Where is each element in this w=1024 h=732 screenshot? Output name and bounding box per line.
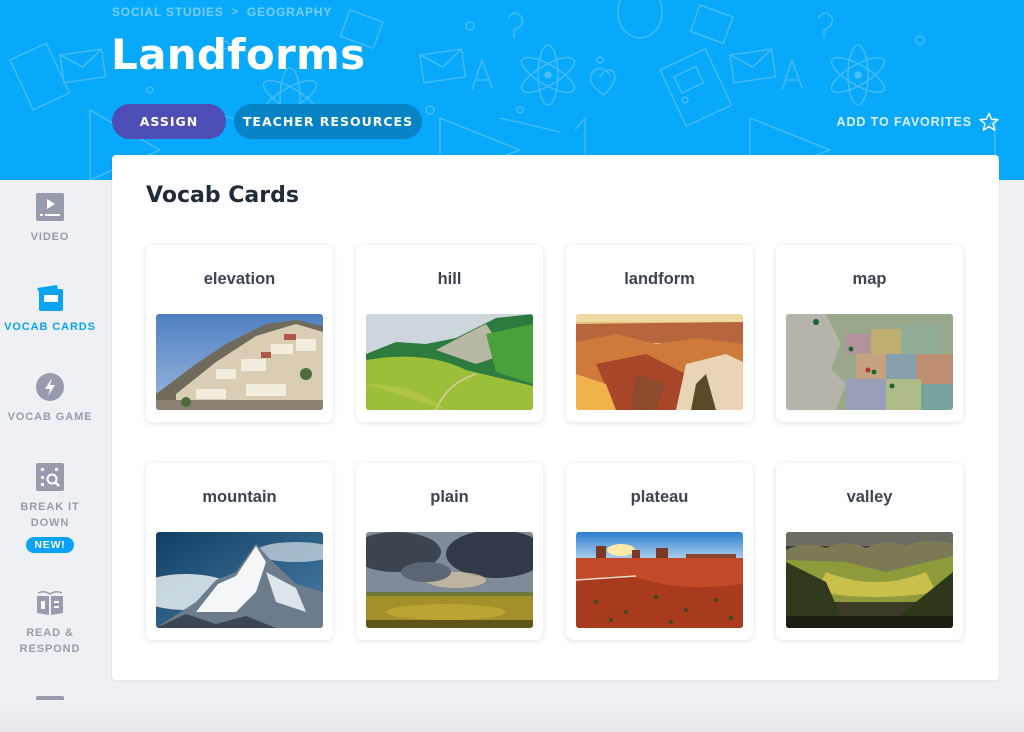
video-icon (36, 193, 64, 221)
doodle-pattern-icon (9, 0, 996, 180)
vocab-word: hill (437, 270, 462, 288)
break-it-down-icon (36, 463, 64, 491)
sidebar-item-read-respond[interactable]: READ & RESPOND (0, 588, 100, 657)
vocab-card-plain[interactable]: plain (356, 463, 543, 640)
green-hill-photo (366, 314, 533, 410)
canyon-photo (576, 314, 743, 410)
sidebar-item-video[interactable]: VIDEO (0, 192, 100, 245)
sidebar-item-label: VOCAB CARDS (4, 321, 96, 333)
sidebar-item-label: BREAK IT DOWN (20, 501, 80, 529)
sidebar-item-label: VOCAB GAME (7, 411, 93, 423)
vocab-word: elevation (203, 270, 276, 288)
sidebar-item-break-it-down[interactable]: BREAK IT DOWN NEW! (0, 462, 100, 553)
header-banner: SOCIAL STUDIES > GEOGRAPHY Landforms ASS… (0, 0, 1024, 180)
breadcrumb-geography[interactable]: GEOGRAPHY (247, 5, 332, 19)
vocab-word: plateau (630, 488, 689, 506)
page-title: Landforms (111, 30, 366, 79)
new-badge: NEW! (26, 537, 74, 553)
page-bottom-edge (0, 700, 1024, 732)
sidebar-item-label: VIDEO (30, 231, 70, 243)
sidebar-item-vocab-cards[interactable]: VOCAB CARDS (0, 282, 100, 335)
assign-button[interactable]: ASSIGN (112, 104, 226, 139)
add-to-favorites-button[interactable]: ADD TO FAVORITES (837, 111, 1000, 133)
mesa-desert-photo (576, 532, 743, 628)
snowy-peak-photo (156, 532, 323, 628)
vocab-card-valley[interactable]: valley (776, 463, 963, 640)
vocab-word: landform (624, 270, 695, 288)
section-title: Vocab Cards (146, 183, 299, 208)
europe-map-photo (786, 314, 953, 410)
vocab-word: mountain (202, 488, 277, 506)
hillside-town-photo (156, 314, 323, 410)
breadcrumb-social-studies[interactable]: SOCIAL STUDIES (112, 5, 224, 19)
vocab-card-elevation[interactable]: elevation (146, 245, 333, 422)
vocab-card-mountain[interactable]: mountain (146, 463, 333, 640)
sidebar-item-vocab-game[interactable]: VOCAB GAME (0, 372, 100, 425)
breadcrumb: SOCIAL STUDIES > GEOGRAPHY (112, 5, 332, 19)
vocab-cards-icon (37, 285, 63, 311)
vocab-word: plain (430, 488, 469, 506)
vocab-cards-panel: Vocab Cards elevation hill landform map … (112, 155, 999, 680)
open-book-icon (37, 590, 63, 615)
vocab-word: valley (846, 488, 893, 506)
sidebar-item-label: READ & RESPOND (19, 627, 81, 655)
sidebar-nav: VIDEO VOCAB CARDS VOCAB GAME BREAK IT DO… (0, 180, 100, 732)
green-valley-photo (786, 532, 953, 628)
teacher-resources-button[interactable]: TEACHER RESOURCES (234, 104, 422, 139)
vocab-word: map (852, 270, 887, 288)
vocab-card-hill[interactable]: hill (356, 245, 543, 422)
grass-plain-photo (366, 532, 533, 628)
star-outline-icon (979, 112, 999, 131)
vocab-card-landform[interactable]: landform (566, 245, 753, 422)
add-to-favorites-label: ADD TO FAVORITES (836, 115, 972, 129)
breadcrumb-separator: > (231, 6, 239, 18)
vocab-card-plateau[interactable]: plateau (566, 463, 753, 640)
lightning-icon (36, 373, 64, 401)
vocab-card-map[interactable]: map (776, 245, 963, 422)
